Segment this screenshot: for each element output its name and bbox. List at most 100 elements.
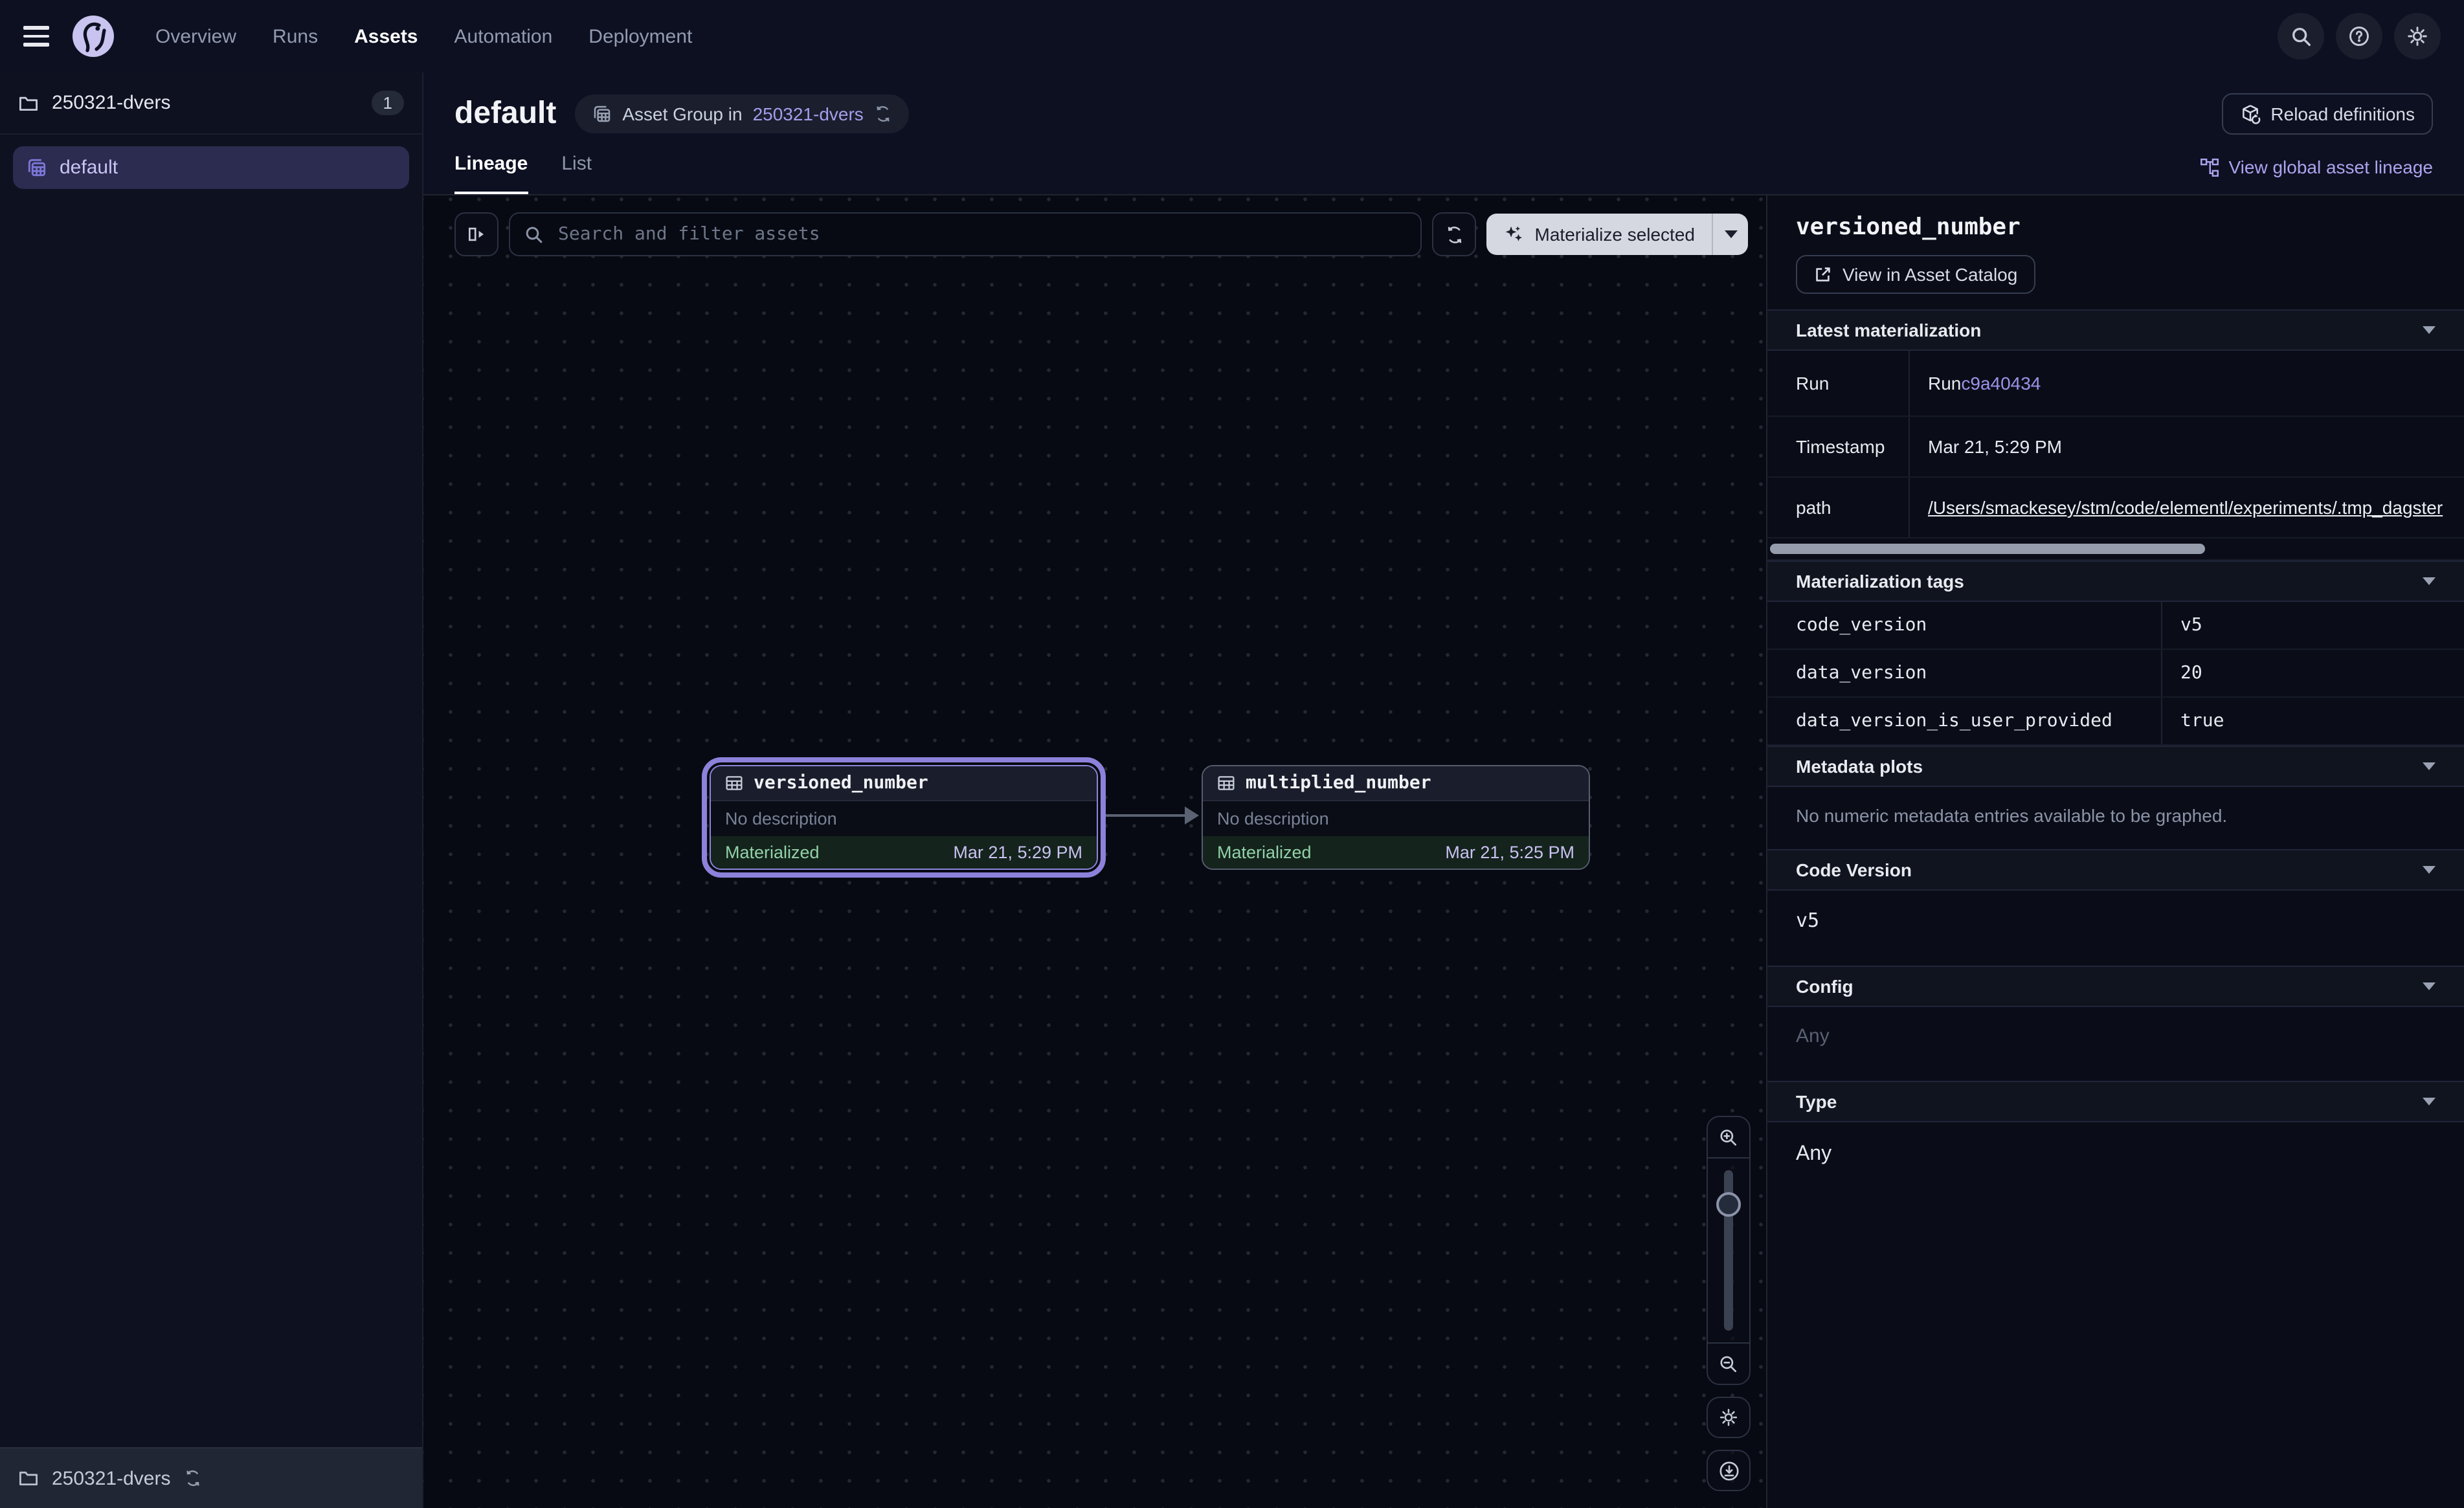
run-id-link[interactable]: c9a40434 [1961,373,2041,394]
horizontal-scrollbar-thumb[interactable] [1770,544,2205,554]
graph-settings-button[interactable] [1707,1397,1751,1438]
search-icon [2290,25,2312,47]
section-code-version[interactable]: Code Version [1767,849,2464,891]
external-link-icon [1814,265,1832,283]
table-row: Timestamp Mar 21, 5:29 PM [1767,417,2464,478]
tag-key: code_version [1767,602,2162,649]
help-icon [2347,25,2371,48]
zoom-in-button[interactable] [1708,1117,1749,1157]
nav-item-runs[interactable]: Runs [273,25,318,47]
metadata-plots-empty-message: No numeric metadata entries available to… [1767,787,2464,849]
section-materialization-tags[interactable]: Materialization tags [1767,560,2464,602]
section-title: Metadata plots [1796,756,1923,777]
zoom-slider[interactable] [1708,1157,1749,1344]
folder-icon [18,93,39,113]
top-nav: Overview Runs Assets Automation Deployme… [0,0,2464,72]
section-metadata-plots[interactable]: Metadata plots [1767,746,2464,787]
asset-node-multiplied-number[interactable]: multiplied_number No description Materia… [1202,765,1590,870]
badge-group-link[interactable]: 250321-dvers [753,104,864,124]
zoom-controls [1707,1116,1751,1491]
page-title: default [454,96,556,132]
search-button[interactable] [2278,13,2324,60]
nav-item-assets[interactable]: Assets [354,25,418,47]
badge-prefix: Asset Group in [622,104,742,124]
lineage-graph-icon [2201,157,2220,177]
dagster-logo-icon[interactable] [70,13,117,60]
asset-node-description: No description [711,801,1097,836]
download-image-button[interactable] [1707,1450,1751,1491]
tag-row: code_version v5 [1767,602,2464,650]
lineage-canvas[interactable]: Materialize selected versioned_number [423,195,1766,1508]
asset-title: versioned_number [1796,214,2436,241]
sidebar-item-default[interactable]: default [13,146,409,189]
page-header: default Asset Group in 250321-dvers [423,72,2464,195]
sidebar-group-label: 250321-dvers [52,92,170,114]
reload-definitions-icon [2239,104,2260,124]
nav-item-overview[interactable]: Overview [155,25,236,47]
materialized-status: Materialized [725,843,820,862]
search-input[interactable] [555,223,1407,246]
zoom-in-icon [1718,1127,1739,1148]
table-row: Run Run c9a40434 [1767,351,2464,417]
tabs: Lineage List View global asset lineage [454,153,2433,194]
view-in-asset-catalog-button[interactable]: View in Asset Catalog [1796,255,2035,294]
section-title: Latest materialization [1796,320,1981,340]
reload-definitions-button[interactable]: Reload definitions [2221,93,2433,135]
lineage-edge-arrowhead [1185,806,1199,825]
nav-links: Overview Runs Assets Automation Deployme… [155,25,692,47]
asset-groups-sidebar: 250321-dvers 1 default 250321-dvers [0,72,423,1508]
asset-node-name: versioned_number [754,773,928,793]
section-type[interactable]: Type [1767,1081,2464,1122]
type-value: Any [1767,1122,2464,1200]
table-icon [725,774,743,792]
horizontal-scrollbar [1767,538,2464,560]
table-icon [1217,774,1235,792]
path-link[interactable]: /Users/smackesey/stm/code/elementl/exper… [1928,497,2443,518]
graph-toolbar: Materialize selected [454,212,1748,256]
tab-lineage[interactable]: Lineage [454,153,528,194]
zoom-out-button[interactable] [1708,1344,1749,1384]
materialized-timestamp: Mar 21, 5:25 PM [1445,843,1574,862]
asset-search-box[interactable] [509,212,1422,256]
section-config[interactable]: Config [1767,966,2464,1007]
refresh-icon[interactable] [874,105,892,123]
asset-group-icon [26,157,48,179]
settings-button[interactable] [2394,13,2441,60]
expand-sidebar-button[interactable] [454,212,498,256]
timestamp-value: Mar 21, 5:29 PM [1909,417,2464,476]
folder-icon [18,1468,39,1489]
nav-item-automation[interactable]: Automation [454,25,553,47]
refresh-icon [1445,225,1464,244]
asset-node-versioned-number[interactable]: versioned_number No description Material… [710,765,1098,870]
materialize-selected-label: Materialize selected [1535,224,1695,245]
tag-value: 20 [2162,663,2202,683]
materialize-selected-button[interactable]: Materialize selected [1487,214,1712,255]
table-row: path /Users/smackesey/stm/code/elementl/… [1767,478,2464,538]
materialize-options-button[interactable] [1713,214,1748,255]
menu-icon[interactable] [23,27,49,47]
tab-list[interactable]: List [561,153,592,194]
section-title: Config [1796,976,1854,997]
nav-item-deployment[interactable]: Deployment [588,25,692,47]
chevron-down-icon [2423,326,2436,334]
chevron-down-icon [2423,982,2436,990]
asset-group-badge[interactable]: Asset Group in 250321-dvers [574,94,908,133]
code-location-footer[interactable]: 250321-dvers [0,1447,422,1508]
tag-key: data_version [1767,650,2162,696]
section-latest-materialization[interactable]: Latest materialization [1767,309,2464,351]
refresh-icon[interactable] [183,1469,201,1487]
zoom-slider-handle[interactable] [1716,1192,1741,1217]
refresh-graph-button[interactable] [1433,212,1477,256]
tag-row: data_version_is_user_provided true [1767,698,2464,746]
sidebar-group-row[interactable]: 250321-dvers 1 [0,72,422,135]
materialized-timestamp: Mar 21, 5:29 PM [953,843,1082,862]
asset-node-description: No description [1203,801,1589,836]
run-prefix: Run [1928,373,1961,394]
gear-icon [2406,25,2429,48]
view-global-asset-lineage-link[interactable]: View global asset lineage [2201,157,2434,190]
materialize-selected-split-button: Materialize selected [1487,214,1748,255]
zoom-out-icon [1718,1353,1739,1374]
tag-row: data_version 20 [1767,650,2464,698]
chevron-down-icon [2423,866,2436,874]
help-button[interactable] [2336,13,2382,60]
